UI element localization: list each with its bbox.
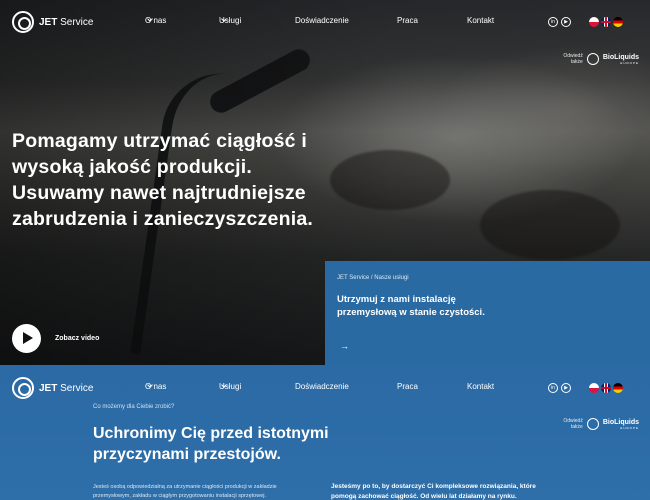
visit-line2: także: [570, 424, 583, 430]
visit-line2: także: [570, 59, 583, 65]
nav-item-kontakt[interactable]: Kontakt: [467, 16, 494, 25]
card-title: Utrzymuj z nami instalację przemysłową w…: [337, 294, 485, 318]
services-card[interactable]: JET Service / Nasze usługi Utrzymuj z na…: [325, 261, 650, 365]
logo[interactable]: JET Service: [12, 377, 93, 399]
section-paragraph-left: Jesteś osobą odpowiedzialną za utrzymani…: [93, 484, 277, 499]
sticky-navigation: JET Service O nas Usługi Doświadczenie P…: [0, 366, 650, 410]
flag-en-icon[interactable]: [601, 383, 611, 393]
language-switcher: [589, 383, 623, 393]
top-navigation: JET Service O nas Usługi Doświadczenie P…: [0, 0, 650, 44]
flag-de-icon[interactable]: [613, 17, 623, 27]
brand-name-rest: Service: [57, 16, 94, 28]
section-paragraph-right: Jesteśmy po to, by dostarczyć Ci komplek…: [331, 483, 536, 500]
social-links: in ▶: [548, 383, 571, 393]
bioliquids-logo-icon: [586, 418, 599, 430]
nav-item-o-nas[interactable]: O nas: [145, 16, 166, 25]
bioliquids-sub: EUROPE: [620, 60, 639, 65]
video-label: Zobacz video: [55, 335, 100, 342]
bioliquids-name: BioLiquids: [602, 418, 639, 426]
logo[interactable]: JET Service: [12, 11, 93, 33]
breadcrumb[interactable]: JET Service / Nasze usługi: [337, 275, 409, 281]
bioliquids-link[interactable]: Odwiedź także BioLiquids EUROPE: [559, 418, 639, 430]
linkedin-icon[interactable]: in: [548, 383, 558, 393]
flag-en-icon[interactable]: [601, 17, 611, 27]
hero-headline: Pomagamy utrzymać ciągłość i wysoką jako…: [12, 130, 313, 230]
section-heading: Uchronimy Cię przed istotnymi przyczynam…: [93, 425, 329, 463]
brand-name-rest: Service: [57, 382, 94, 394]
logo-icon: [12, 377, 34, 399]
bioliquids-logo-icon: [586, 53, 599, 65]
nav-item-praca[interactable]: Praca: [397, 16, 418, 25]
youtube-icon[interactable]: ▶: [561, 383, 571, 393]
nav-item-praca[interactable]: Praca: [397, 382, 418, 391]
flag-pl-icon[interactable]: [589, 383, 599, 393]
youtube-icon[interactable]: ▶: [561, 17, 571, 27]
nav-item-doswiadczenie[interactable]: Doświadczenie: [295, 382, 349, 391]
bioliquids-sub: EUROPE: [620, 425, 639, 430]
nav-item-uslugi[interactable]: Usługi: [219, 16, 241, 25]
social-links: in ▶: [548, 17, 571, 27]
language-switcher: [589, 17, 623, 27]
bioliquids-link[interactable]: Odwiedź także BioLiquids EUROPE: [559, 53, 639, 65]
nav-item-doswiadczenie[interactable]: Doświadczenie: [295, 16, 349, 25]
brand-name-bold: JET: [39, 382, 58, 394]
flag-pl-icon[interactable]: [589, 17, 599, 27]
video-button[interactable]: Zobacz video: [12, 324, 99, 353]
nav-item-kontakt[interactable]: Kontakt: [467, 382, 494, 391]
nav-item-uslugi[interactable]: Usługi: [219, 382, 241, 391]
brand-name-bold: JET: [39, 16, 58, 28]
hero-section: Pomagamy utrzymać ciągłość i wysoką jako…: [0, 0, 650, 365]
logo-icon: [12, 11, 34, 33]
bioliquids-name: BioLiquids: [602, 53, 639, 61]
play-icon[interactable]: [12, 324, 41, 353]
linkedin-icon[interactable]: in: [548, 17, 558, 27]
arrow-right-icon[interactable]: →: [340, 341, 349, 351]
flag-de-icon[interactable]: [613, 383, 623, 393]
nav-item-o-nas[interactable]: O nas: [145, 382, 166, 391]
